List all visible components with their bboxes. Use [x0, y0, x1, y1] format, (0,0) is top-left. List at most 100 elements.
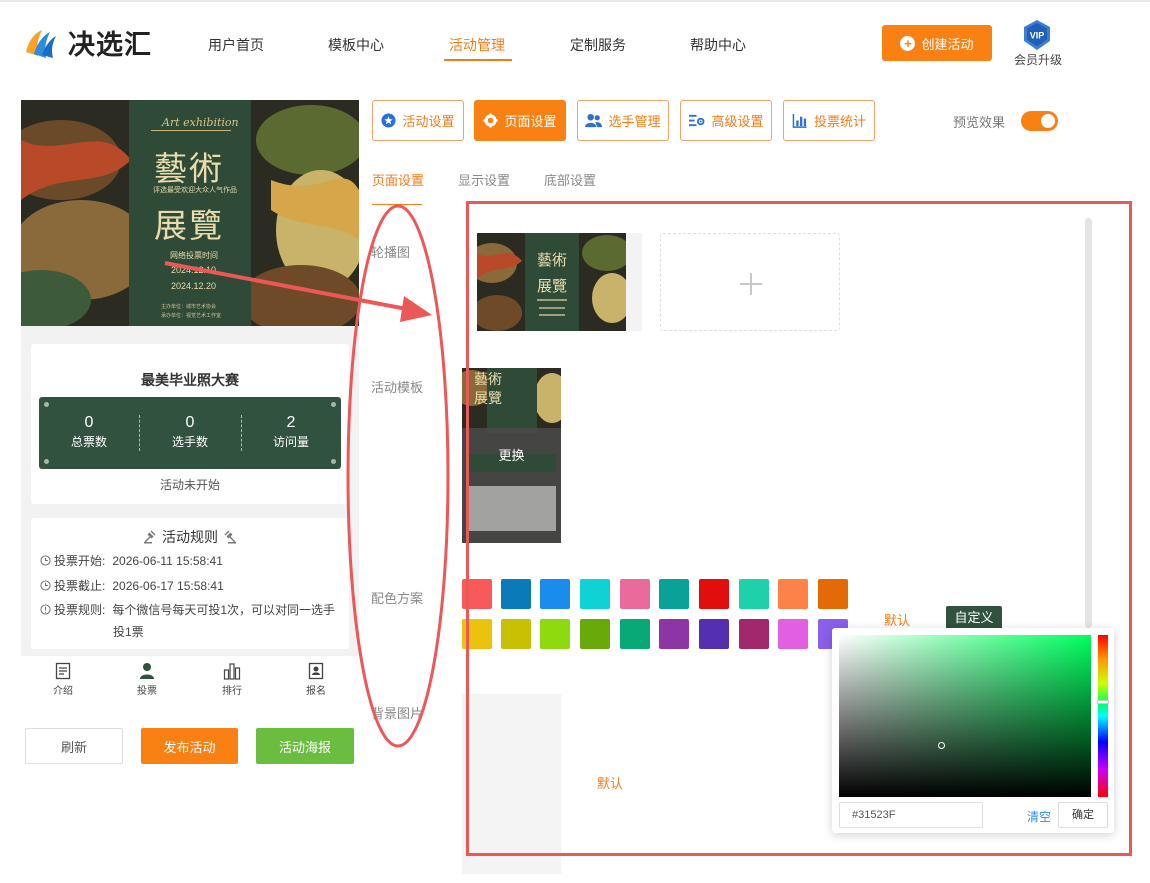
label-color-scheme: 配色方案 [371, 591, 424, 606]
annotation-arrowhead [400, 296, 432, 322]
publish-activity-button[interactable]: 发布活动 [141, 728, 238, 764]
mobile-tab-label: 排行 [222, 686, 242, 697]
settings-list-icon [689, 114, 705, 127]
mobile-tab-label: 投票 [137, 686, 157, 697]
activity-status: 活动未开始 [159, 478, 220, 492]
stat-value: 0 [185, 414, 195, 431]
signup-icon [308, 662, 324, 680]
mobile-tab-label: 介绍 [53, 686, 73, 697]
activity-poster-button[interactable]: 活动海报 [256, 728, 354, 764]
vip-upgrade-label[interactable]: 会员升级 [1014, 51, 1062, 68]
create-activity-button[interactable]: + 创建活动 [882, 25, 992, 61]
rule-end-label: 投票截止: [54, 579, 106, 593]
bar-chart-icon [792, 113, 807, 128]
info-icon [40, 604, 51, 615]
rules-title: 活动规则 [162, 529, 218, 545]
vip-badge-text: VIP [1030, 31, 1045, 41]
gavel-icon [224, 530, 236, 544]
mobile-tab-intro[interactable]: 介绍 [43, 662, 83, 697]
rule-start-value: 2026-06-11 15:58:41 [112, 553, 223, 568]
nav-active-indicator [444, 59, 512, 61]
annotation-highlight-box [466, 201, 1132, 856]
stat-visits: 2 访问量 [241, 415, 341, 450]
stats-corner-dot [331, 402, 336, 407]
stat-label: 访问量 [272, 435, 309, 449]
mobile-tab-vote[interactable]: 投票 [127, 662, 167, 697]
rule-policy-text-cont: 投1票 [113, 625, 144, 639]
stat-contestants: 0 选手数 [140, 415, 240, 450]
rule-start-label: 投票开始: [54, 554, 106, 568]
tab-label: 投票统计 [813, 114, 866, 129]
annotation-ellipse [346, 204, 450, 748]
tab-page-settings[interactable]: 页面设置 [474, 100, 566, 141]
poster-date-end: 2024.12.20 [171, 281, 217, 291]
activity-name: 最美毕业照大赛 [141, 372, 239, 388]
rule-policy: 投票规则: 每个微信号每天可投1次，可以对同一选手 [40, 601, 335, 618]
document-icon [55, 662, 71, 680]
stat-value: 0 [84, 414, 94, 431]
rules-heading: 活动规则 [143, 527, 237, 547]
nav-activity-management[interactable]: 活动管理 [449, 35, 505, 55]
tab-label: 选手管理 [608, 114, 661, 129]
rule-policy-text: 每个微信号每天可投1次，可以对同一选手 [112, 603, 336, 617]
users-icon [585, 113, 603, 128]
logo[interactable]: 决选汇 [20, 22, 152, 62]
logo-text: 决选汇 [68, 29, 152, 60]
logo-icon [20, 22, 60, 62]
stats-corner-dot [44, 402, 49, 407]
poster-footer-1: 主办单位：城市艺术协会 [161, 304, 217, 310]
mobile-tab-ranking[interactable]: 排行 [212, 662, 252, 697]
poster-subtitle: 评选最受欢迎大众人气作品 [153, 187, 237, 194]
preview-label: 预览效果 [953, 115, 1006, 130]
tab-label: 活动设置 [402, 114, 455, 129]
poster-title-line2: 展覽 [154, 206, 224, 245]
user-icon [140, 663, 154, 679]
tab-vote-statistics[interactable]: 投票统计 [783, 100, 875, 141]
top-divider [0, 0, 1150, 2]
poster-footer-2: 承办单位：视觉艺术工作室 [161, 313, 222, 319]
create-activity-label: 创建活动 [921, 36, 974, 52]
stat-label: 选手数 [171, 435, 208, 449]
gear-icon [483, 113, 499, 128]
poster-date-start: 2024.12.10 [171, 265, 217, 275]
poster-title-line1: 藝術 [154, 149, 224, 188]
mobile-tab-signup[interactable]: 报名 [296, 662, 336, 697]
star-circle-icon [381, 113, 397, 128]
activity-stats: 0 总票数 0 选手数 2 访问量 [39, 397, 341, 469]
rule-start: 投票开始: 2026-06-11 15:58:41 [40, 552, 223, 569]
label-background-image: 背景图片 [371, 706, 424, 721]
subtab-active-indicator [372, 204, 422, 205]
nav-help-center[interactable]: 帮助中心 [690, 35, 746, 55]
activity-poster: Art exhibition 藝術 评选最受欢迎大众人气作品 展覽 网络投票时间… [21, 100, 359, 326]
tab-label: 页面设置 [504, 114, 557, 129]
plus-icon: + [900, 35, 916, 51]
subtab-footer-settings[interactable]: 底部设置 [544, 170, 596, 189]
clock-icon [40, 555, 51, 566]
bar-chart-icon [223, 663, 241, 680]
poster-script-title: Art exhibition [162, 116, 239, 129]
poster-title-rule [151, 130, 231, 131]
nav-home[interactable]: 用户首页 [208, 35, 264, 55]
refresh-button[interactable]: 刷新 [25, 728, 123, 764]
clock-icon [40, 580, 51, 591]
tab-advanced-settings[interactable]: 高级设置 [680, 100, 772, 141]
stat-label: 总票数 [70, 435, 107, 449]
rule-end: 投票截止: 2026-06-17 15:58:41 [40, 577, 224, 594]
tab-activity-settings[interactable]: 活动设置 [372, 100, 464, 141]
tab-label: 高级设置 [711, 114, 764, 129]
preview-toggle[interactable] [1021, 111, 1058, 131]
mobile-tab-label: 报名 [306, 686, 326, 697]
poster-vote-time-label: 网络投票时间 [170, 251, 218, 260]
label-carousel: 轮播图 [371, 245, 411, 260]
subtab-display-settings[interactable]: 显示设置 [458, 170, 510, 189]
tab-contestant-management[interactable]: 选手管理 [577, 100, 669, 141]
stat-value: 2 [286, 414, 296, 431]
subtab-page-settings[interactable]: 页面设置 [372, 170, 424, 189]
rule-end-value: 2026-06-17 15:58:41 [112, 578, 224, 593]
stats-corner-dot [331, 459, 336, 464]
nav-custom-service[interactable]: 定制服务 [570, 35, 626, 55]
label-template: 活动模板 [371, 380, 424, 395]
stat-total-votes: 0 总票数 [39, 415, 139, 450]
vip-badge-icon[interactable]: VIP [1021, 19, 1053, 51]
nav-templates[interactable]: 模板中心 [328, 35, 384, 55]
